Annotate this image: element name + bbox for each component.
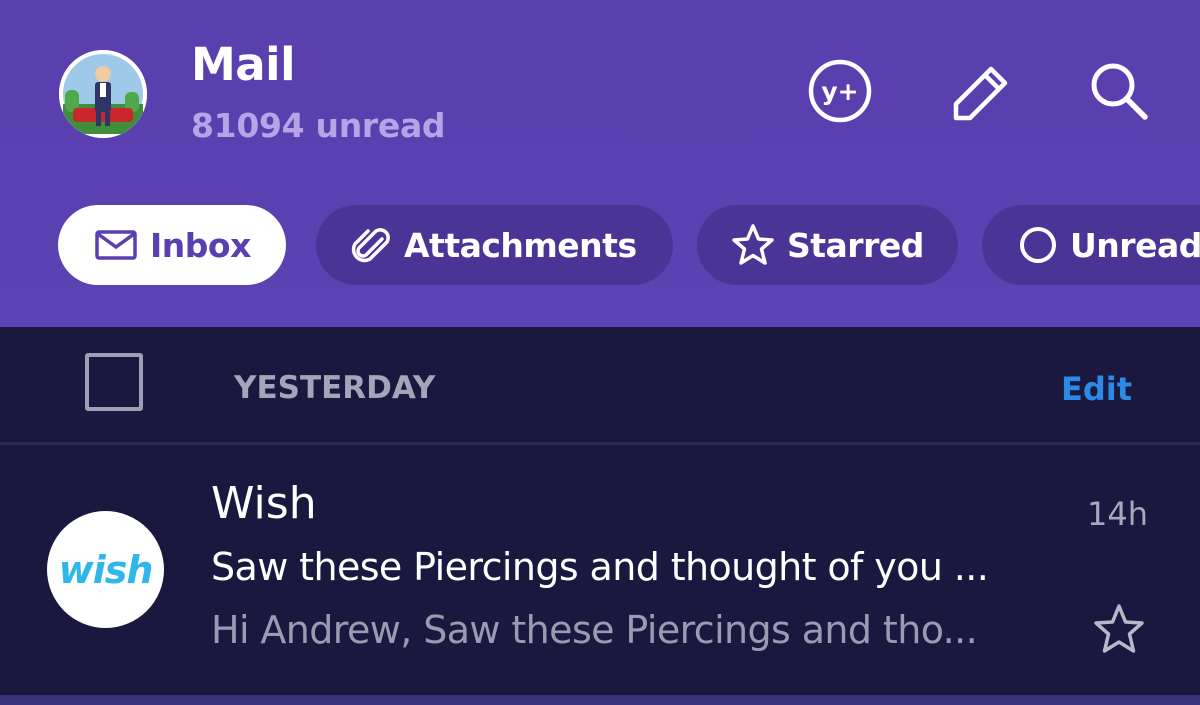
yahoo-plus-button[interactable]: y+ bbox=[805, 56, 875, 126]
filter-attachments-label: Attachments bbox=[404, 225, 637, 265]
app-title: Mail bbox=[191, 38, 296, 91]
message-preview: Hi Andrew, Saw these Piercings and tho..… bbox=[211, 608, 978, 652]
message-sender: Wish bbox=[211, 478, 317, 529]
filter-inbox-label: Inbox bbox=[150, 225, 251, 265]
bottom-strip bbox=[0, 695, 1200, 705]
message-time: 14h bbox=[1087, 495, 1148, 533]
star-icon bbox=[731, 223, 775, 267]
filter-inbox[interactable]: Inbox bbox=[58, 205, 286, 285]
avatar[interactable] bbox=[59, 50, 147, 138]
sender-logo-text: wish bbox=[58, 547, 154, 592]
section-header bbox=[0, 327, 1200, 443]
app-header: Mail 81094 unread y+ Inbox Attachments S… bbox=[0, 0, 1200, 327]
filter-unread[interactable]: Unread bbox=[982, 205, 1200, 285]
filter-unread-label: Unread bbox=[1070, 225, 1200, 265]
yahoo-plus-icon: y+ bbox=[808, 59, 872, 123]
section-label: YESTERDAY bbox=[234, 370, 436, 406]
search-button[interactable] bbox=[1083, 56, 1153, 126]
envelope-icon bbox=[94, 228, 138, 262]
edit-button[interactable]: Edit bbox=[1061, 370, 1132, 408]
message-subject: Saw these Piercings and thought of you .… bbox=[211, 545, 989, 589]
sender-logo: wish bbox=[47, 511, 164, 628]
avatar-image bbox=[59, 50, 147, 138]
search-icon bbox=[1091, 63, 1148, 120]
svg-text:y+: y+ bbox=[821, 77, 858, 106]
star-icon bbox=[1094, 604, 1144, 653]
circle-icon bbox=[1018, 225, 1058, 265]
filter-starred[interactable]: Starred bbox=[697, 205, 958, 285]
compose-icon bbox=[953, 66, 1008, 121]
compose-button[interactable] bbox=[943, 56, 1013, 126]
unread-count: 81094 unread bbox=[191, 106, 446, 145]
filter-attachments[interactable]: Attachments bbox=[316, 205, 673, 285]
star-button[interactable] bbox=[1090, 600, 1148, 658]
paperclip-icon bbox=[350, 224, 392, 266]
message-row[interactable]: wish Wish 14h Saw these Piercings and th… bbox=[0, 445, 1200, 695]
select-all-checkbox[interactable] bbox=[85, 353, 143, 411]
filter-starred-label: Starred bbox=[787, 225, 924, 265]
